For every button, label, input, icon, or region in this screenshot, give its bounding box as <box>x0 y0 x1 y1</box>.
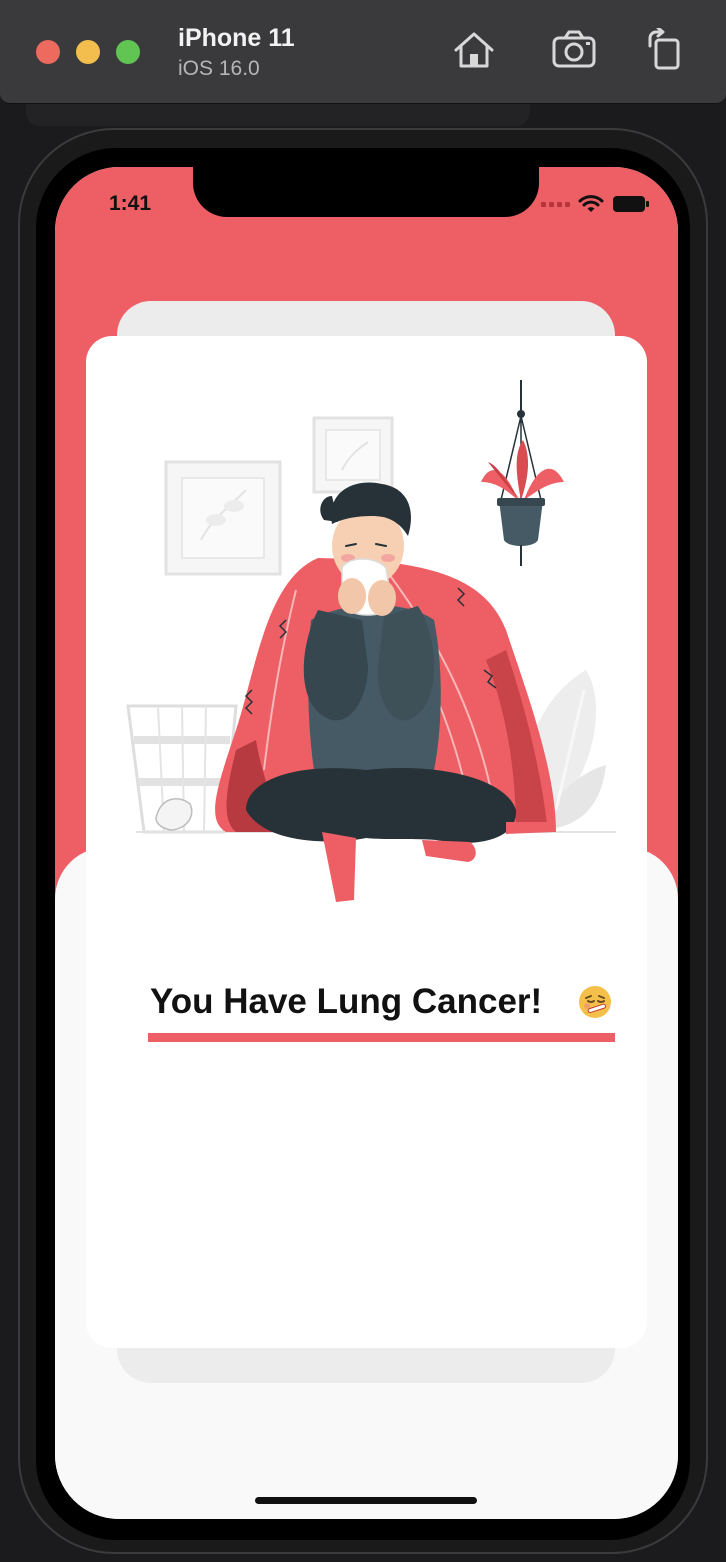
sick-person-illustration <box>126 380 616 902</box>
rotate-icon <box>648 26 680 70</box>
cellular-signal-icon <box>541 201 570 207</box>
wall-frame-left <box>164 460 282 576</box>
notch <box>193 167 539 217</box>
background-window-edge <box>26 104 530 126</box>
title-underline <box>148 1033 615 1042</box>
result-title: You Have Lung Cancer! <box>150 982 543 1021</box>
status-indicators <box>541 193 650 215</box>
camera-icon <box>552 30 596 68</box>
screenshot-button[interactable] <box>550 28 598 72</box>
result-card: You Have Lung Cancer! <box>86 336 647 1348</box>
battery-icon <box>613 196 649 212</box>
home-button[interactable] <box>450 28 498 72</box>
minimize-window-button[interactable] <box>76 40 100 64</box>
phone-screen: 1:41 You Have Lung Cancer! <box>55 167 678 1519</box>
os-version: iOS 16.0 <box>178 57 260 80</box>
sick-face-emoji-icon <box>579 986 611 1018</box>
wall-frame-right <box>312 416 394 494</box>
hanging-plant <box>481 380 564 566</box>
device-name: iPhone 11 <box>178 24 295 52</box>
simulator-toolbar: iPhone 11 iOS 16.0 <box>0 0 726 104</box>
status-time: 1:41 <box>109 192 152 215</box>
zoom-window-button[interactable] <box>116 40 140 64</box>
close-window-button[interactable] <box>36 40 60 64</box>
wifi-icon <box>578 195 604 212</box>
home-indicator[interactable] <box>255 1497 477 1504</box>
rotate-button[interactable] <box>642 26 690 72</box>
home-icon <box>454 32 494 68</box>
